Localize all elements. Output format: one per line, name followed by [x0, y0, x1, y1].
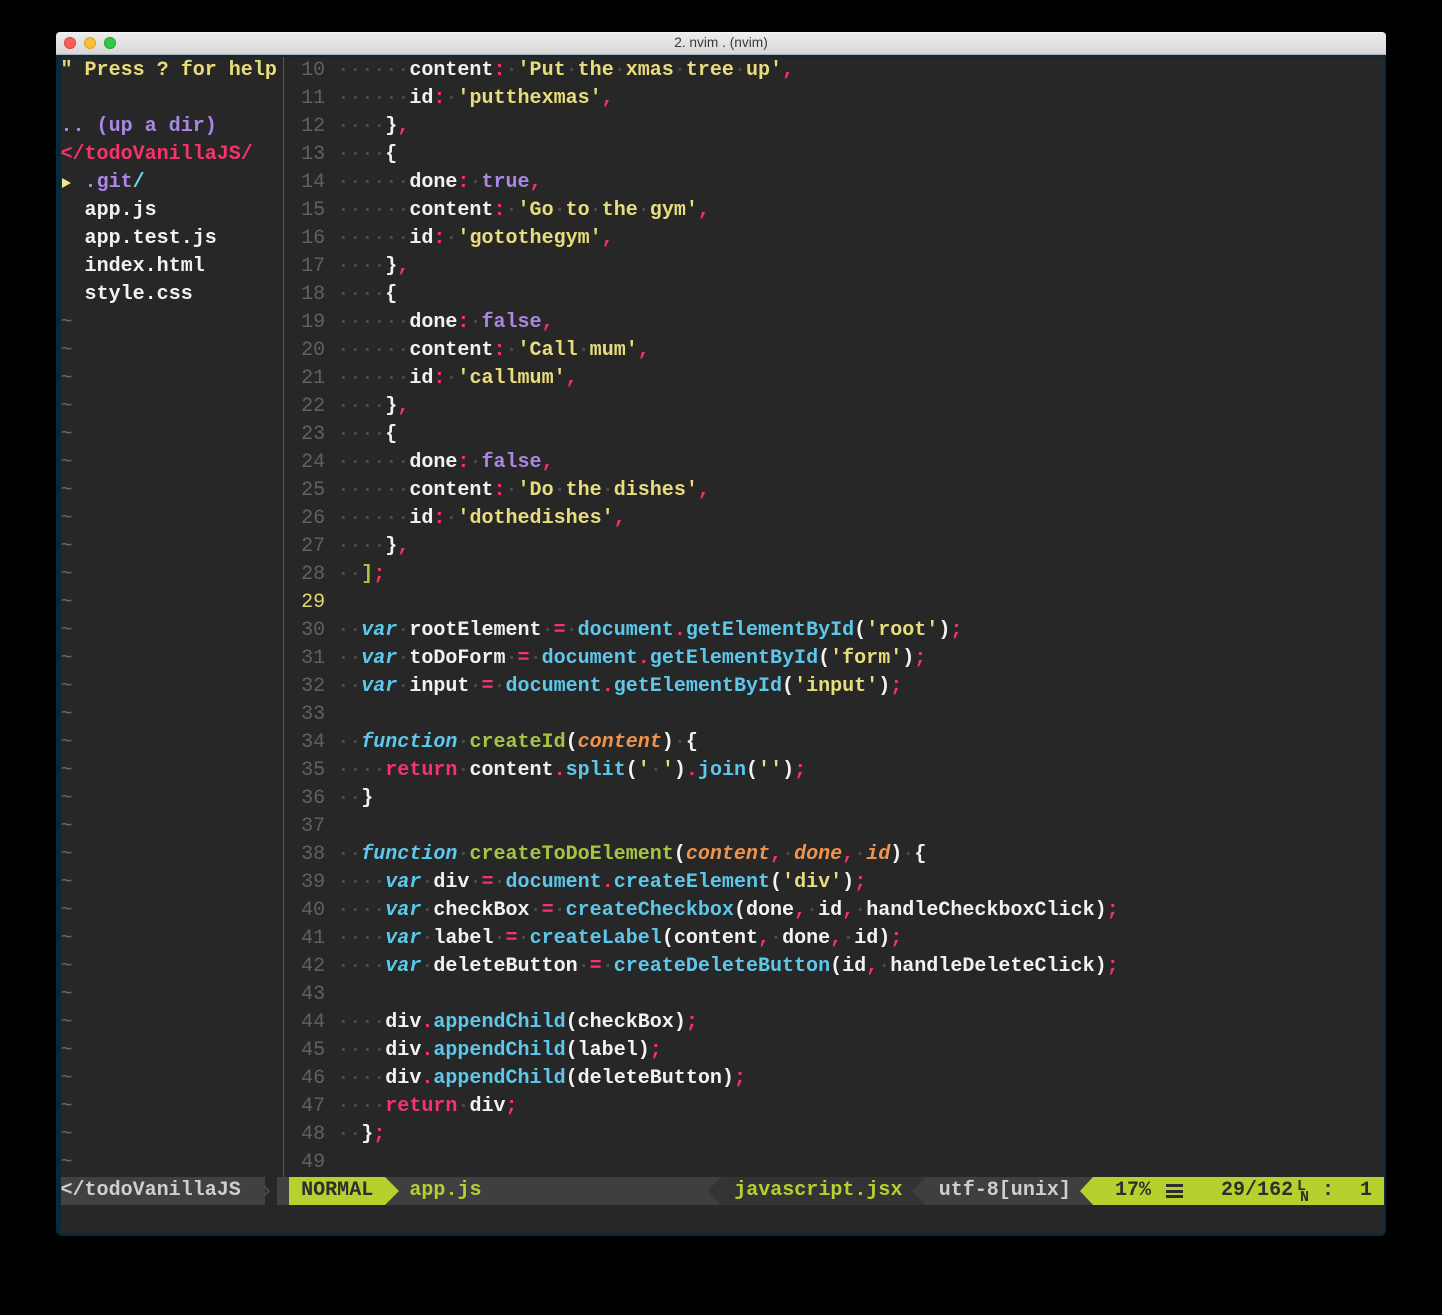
svg-text:N: N: [1300, 1189, 1309, 1205]
